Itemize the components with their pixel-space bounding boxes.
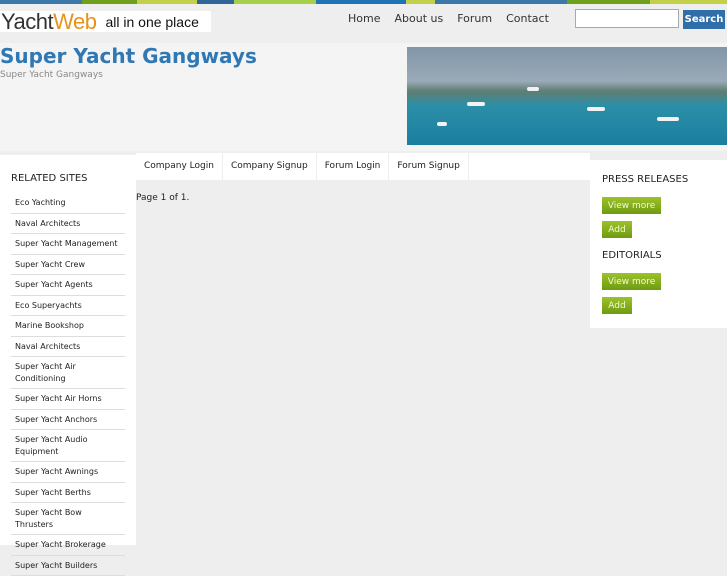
- tab-forum-signup[interactable]: Forum Signup: [389, 153, 468, 180]
- related-link[interactable]: Super Yacht Anchors: [11, 410, 125, 431]
- press-releases-heading: PRESS RELEASES: [602, 174, 688, 185]
- related-link[interactable]: Super Yacht Bow Thrusters: [11, 503, 125, 535]
- related-link[interactable]: Super Yacht Brokerage: [11, 535, 125, 556]
- related-link[interactable]: Super Yacht Management: [11, 234, 125, 255]
- header-yacht-photo: [407, 47, 727, 145]
- press-view-more-button[interactable]: View more: [602, 197, 661, 214]
- editorials-view-more-button[interactable]: View more: [602, 273, 661, 290]
- logo-yacht: Yacht: [1, 9, 53, 35]
- related-link[interactable]: Eco Superyachts: [11, 296, 125, 317]
- related-link[interactable]: Super Yacht Berths: [11, 483, 125, 504]
- main-nav: Home About us Forum Contact: [348, 12, 549, 25]
- press-add-button[interactable]: Add: [602, 221, 632, 238]
- nav-contact[interactable]: Contact: [506, 12, 549, 25]
- tab-forum-login[interactable]: Forum Login: [317, 153, 390, 180]
- related-sites-list: Eco Yachting Naval Architects Super Yach…: [11, 193, 125, 576]
- related-link[interactable]: Super Yacht Agents: [11, 275, 125, 296]
- page-title: Super Yacht Gangways: [0, 44, 257, 68]
- search-input[interactable]: [575, 9, 679, 28]
- related-link[interactable]: Marine Bookshop: [11, 316, 125, 337]
- related-link[interactable]: Super Yacht Crew: [11, 255, 125, 276]
- related-link[interactable]: Super Yacht Audio Equipment: [11, 430, 125, 462]
- related-link[interactable]: Super Yacht Awnings: [11, 462, 125, 483]
- editorials-add-button[interactable]: Add: [602, 297, 632, 314]
- nav-forum[interactable]: Forum: [457, 12, 492, 25]
- page-subtitle: Super Yacht Gangways: [0, 70, 103, 80]
- account-tabs: Company Login Company Signup Forum Login…: [136, 153, 590, 180]
- related-link[interactable]: Super Yacht Air Conditioning: [11, 357, 125, 389]
- nav-about[interactable]: About us: [394, 12, 443, 25]
- related-link[interactable]: Super Yacht Builders: [11, 556, 125, 576]
- color-stripe: [0, 0, 727, 4]
- related-link[interactable]: Eco Yachting: [11, 193, 125, 214]
- related-link[interactable]: Naval Architects: [11, 337, 125, 358]
- nav-home[interactable]: Home: [348, 12, 380, 25]
- editorials-heading: EDITORIALS: [602, 250, 662, 261]
- logo[interactable]: YachtWeb all in one place: [0, 11, 211, 32]
- logo-web: Web: [53, 9, 96, 35]
- tab-company-login[interactable]: Company Login: [136, 153, 223, 180]
- tab-company-signup[interactable]: Company Signup: [223, 153, 317, 180]
- pagination-text: Page 1 of 1.: [136, 193, 189, 203]
- search-button[interactable]: Search: [683, 10, 725, 29]
- related-link[interactable]: Naval Architects: [11, 214, 125, 235]
- related-sites-heading: RELATED SITES: [11, 173, 88, 184]
- logo-tagline: all in one place: [105, 14, 198, 30]
- related-link[interactable]: Super Yacht Air Horns: [11, 389, 125, 410]
